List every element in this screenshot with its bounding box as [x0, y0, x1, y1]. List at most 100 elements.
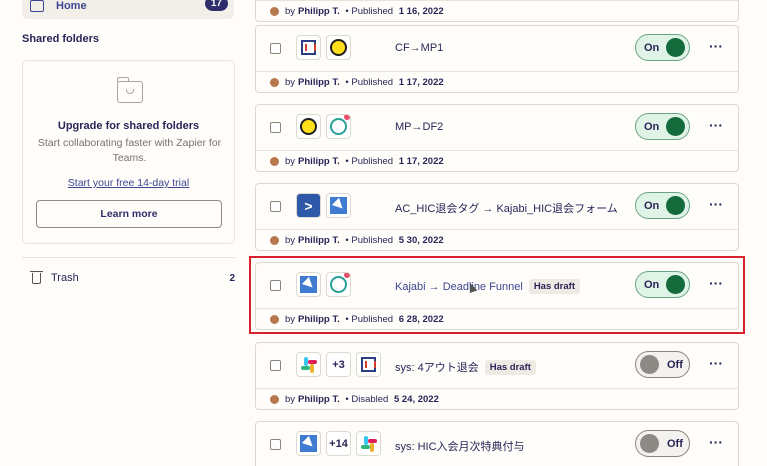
zap-name[interactable]: AC_HIC退会タグ → Kajabi_HIC退会フォーム [395, 200, 618, 216]
meta-date: 1 16, 2022 [398, 6, 444, 17]
zap-name-text[interactable]: sys: HIC入会月次特典付与 [395, 438, 525, 454]
upgrade-description: Start collaborating faster with Zapier f… [37, 137, 222, 164]
slack-icon [356, 431, 381, 456]
upgrade-card: Upgrade for shared folders Start collabo… [22, 60, 235, 244]
zap-row[interactable]: Kajabi → Deadline Funnel Has draft On ··… [255, 262, 739, 330]
meta-status: Disabled [351, 394, 389, 405]
zap-name[interactable]: MP→DF2 [395, 121, 443, 133]
zap-row[interactable]: +14 sys: HIC入会月次特典付与 Off ··· [255, 421, 739, 466]
meta-status: Published [351, 6, 394, 17]
zap-toggle[interactable]: On [635, 34, 690, 61]
toggle-knob [666, 117, 685, 136]
sidebar-item-label: Trash [51, 272, 79, 284]
zap-name-text[interactable]: AC_HIC退会タグ → Kajabi_HIC退会フォーム [395, 200, 618, 216]
meta-author: Philipp T. [298, 6, 340, 17]
meta-author: Philipp T. [298, 394, 340, 405]
learn-more-button[interactable]: Learn more [36, 200, 222, 228]
meta-by: by [285, 314, 296, 325]
zap-name[interactable]: sys: 4アウト退会 Has draft [395, 359, 536, 375]
avatar [270, 7, 279, 16]
meta-dot: • [342, 314, 352, 325]
meta-by: by [285, 77, 296, 88]
meta-status: Published [351, 235, 394, 246]
toggle-label: Off [667, 358, 683, 371]
zap-meta: by Philipp T. • Published 1 17, 2022 [256, 71, 738, 93]
zap-name[interactable]: CF→MP1 [395, 42, 443, 54]
zap-checkbox[interactable] [270, 43, 281, 54]
meta-dot: • [342, 235, 352, 246]
zap-toggle[interactable]: On [635, 113, 690, 140]
meta-status: Published [351, 77, 394, 88]
divider [22, 257, 235, 258]
more-options-icon[interactable]: ··· [709, 117, 723, 133]
zap-row[interactable]: CF→MP1 On ··· by Philipp T. • Published … [255, 25, 739, 93]
kajabi-icon [296, 272, 321, 297]
clickfunnels-icon [296, 35, 321, 60]
toggle-label: On [644, 199, 660, 212]
zap-name[interactable]: Kajabi → Deadline Funnel Has draft [395, 279, 580, 294]
zap-name-text[interactable]: MP→DF2 [395, 121, 443, 133]
more-options-icon[interactable]: ··· [709, 38, 723, 54]
meta-status: Published [351, 314, 394, 325]
toggle-label: On [644, 278, 660, 291]
meta-author: Philipp T. [298, 235, 340, 246]
kajabi-icon [326, 193, 351, 218]
sidebar-item-trash[interactable]: Trash 2 [22, 270, 235, 286]
zap-row[interactable]: > AC_HIC退会タグ → Kajabi_HIC退会フォーム On ··· b… [255, 183, 739, 251]
zap-toggle[interactable]: Off [635, 351, 690, 378]
more-options-icon[interactable]: ··· [709, 355, 723, 371]
meta-author: Philipp T. [298, 314, 340, 325]
avatar [270, 78, 279, 87]
meta-dot: • [342, 156, 352, 167]
zap-checkbox[interactable] [270, 439, 281, 450]
zap-name[interactable]: sys: HIC入会月次特典付与 [395, 438, 525, 454]
zap-checkbox[interactable] [270, 280, 281, 291]
more-options-icon[interactable]: ··· [709, 275, 723, 291]
toggle-knob [666, 275, 685, 294]
shared-folder-icon [116, 77, 143, 103]
more-options-icon[interactable]: ··· [709, 434, 723, 450]
zap-checkbox[interactable] [270, 122, 281, 133]
zap-name-text[interactable]: CF→MP1 [395, 42, 443, 54]
zap-toggle[interactable]: On [635, 192, 690, 219]
clickfunnels-icon [356, 352, 381, 377]
mailchimp-icon [296, 114, 321, 139]
meta-author: Philipp T. [298, 156, 340, 167]
zap-meta: by Philipp T. • Published 1 17, 2022 [256, 150, 738, 172]
avatar [270, 395, 279, 404]
zap-row[interactable]: by Philipp T. • Published 1 16, 2022 [255, 0, 739, 22]
deadline-funnel-icon [326, 114, 351, 139]
kajabi-icon [296, 431, 321, 456]
extra-apps-count: +3 [326, 352, 351, 377]
meta-date: 6 28, 2022 [398, 314, 444, 325]
zap-toggle[interactable]: On [635, 271, 690, 298]
avatar [270, 315, 279, 324]
toggle-label: On [644, 41, 660, 54]
folder-icon [30, 0, 44, 12]
trash-count: 2 [229, 272, 235, 284]
zap-checkbox[interactable] [270, 201, 281, 212]
slack-icon [296, 352, 321, 377]
zap-count-badge: 17 [204, 0, 228, 11]
sidebar-item-home[interactable]: Home 17 [22, 0, 234, 19]
sidebar: Home 17 Shared folders Upgrade for share… [0, 0, 255, 466]
zap-meta: by Philipp T. • Published 6 28, 2022 [256, 308, 738, 330]
zap-toggle[interactable]: Off [635, 430, 690, 457]
more-options-icon[interactable]: ··· [709, 196, 723, 212]
zap-meta: by Philipp T. • Disabled 5 24, 2022 [256, 388, 738, 410]
zap-meta: by Philipp T. • Published 1 16, 2022 [256, 0, 738, 22]
zap-name-text[interactable]: Kajabi → Deadline Funnel [395, 281, 523, 293]
zap-checkbox[interactable] [270, 360, 281, 371]
avatar [270, 157, 279, 166]
has-draft-badge: Has draft [484, 359, 536, 375]
zap-name-text[interactable]: sys: 4アウト退会 [395, 359, 479, 375]
free-trial-link[interactable]: Start your free 14-day trial [23, 177, 234, 189]
toggle-knob [666, 196, 685, 215]
meta-dot: • [342, 6, 352, 17]
zap-row[interactable]: MP→DF2 On ··· by Philipp T. • Published … [255, 104, 739, 172]
shared-folders-heading: Shared folders [22, 33, 100, 45]
zap-row[interactable]: +3 sys: 4アウト退会 Has draft Off ··· by Phil… [255, 342, 739, 410]
sidebar-item-label: Home [56, 0, 87, 12]
activecampaign-icon: > [296, 193, 321, 218]
meta-by: by [285, 235, 296, 246]
